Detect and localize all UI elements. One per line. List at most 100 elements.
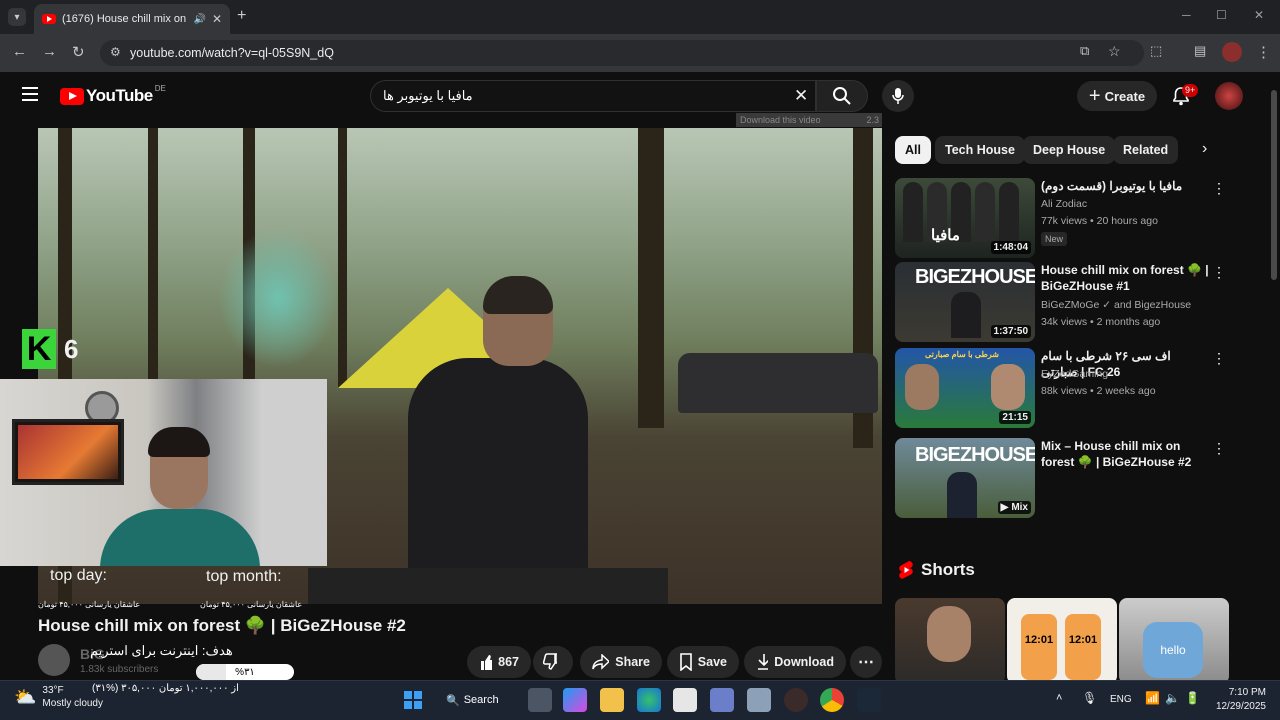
chips-next-chevron-icon[interactable]: › — [1202, 140, 1207, 158]
minimize-button[interactable]: ─ — [1182, 8, 1191, 22]
chrome-icon[interactable] — [820, 688, 844, 712]
short-video[interactable]: hello — [1119, 598, 1229, 684]
chip-all[interactable]: All — [895, 136, 931, 164]
streamer-hair — [148, 427, 210, 457]
back-icon[interactable]: ← — [12, 43, 27, 60]
streamer-body — [100, 509, 260, 566]
chip-deep-house[interactable]: Deep House — [1023, 136, 1116, 164]
more-vert-icon[interactable]: ⋮ — [1212, 264, 1226, 281]
more-vert-icon[interactable]: ⋮ — [1212, 180, 1226, 197]
chip-related[interactable]: Related — [1113, 136, 1179, 164]
extensions-icon[interactable]: ⬚ — [1150, 43, 1162, 59]
download-button[interactable]: Download — [744, 646, 846, 678]
phone: 12:01 — [1065, 614, 1101, 680]
tree-trunk — [638, 128, 664, 428]
video-title: House chill mix on forest 🌳 | BiGeZHouse… — [1041, 263, 1209, 293]
save-button[interactable]: Save — [667, 646, 739, 678]
reload-icon[interactable]: ↻ — [72, 43, 85, 61]
tray-overflow-icon[interactable]: ˄ — [1056, 692, 1062, 704]
stream-goal-progress: %۳۱ — [196, 664, 294, 680]
file-explorer-icon[interactable] — [600, 688, 624, 712]
copilot-icon[interactable] — [563, 688, 587, 712]
notepad-icon[interactable] — [710, 688, 734, 712]
video-duration: 21:15 — [999, 411, 1031, 424]
new-tab-button[interactable]: + — [237, 7, 246, 25]
audio-icon[interactable]: 🔊 — [193, 14, 205, 25]
account-avatar[interactable] — [1215, 82, 1243, 110]
store-icon[interactable] — [673, 688, 697, 712]
video-thumbnail: BIGEZHOUSE 1:37:50 — [895, 262, 1035, 342]
phone: 12:01 — [1021, 614, 1057, 680]
related-video[interactable]: BIGEZHOUSE ▶ Mix Mix – House chill mix on… — [895, 438, 1230, 522]
shorts-heading: Shorts — [897, 560, 975, 580]
short-video[interactable]: 12:01 12:01 — [1007, 598, 1117, 684]
clear-search-icon[interactable]: ✕ — [794, 86, 808, 106]
hamburger-menu-icon[interactable] — [22, 87, 38, 106]
volume-icon[interactable]: 🔈 — [1165, 691, 1180, 705]
weather-widget[interactable]: ⛅ 33°F Mostly cloudy — [14, 684, 103, 710]
like-button[interactable]: 867 — [467, 646, 531, 678]
chrome-menu-icon[interactable]: ⋮ — [1256, 43, 1271, 61]
thumbnail-text: BIGEZHOUSE — [915, 266, 1035, 288]
video-meta: 88k views • 2 weeks ago — [1041, 385, 1156, 397]
thumbnail-person — [951, 292, 981, 338]
youtube-logo[interactable]: YouTube DE — [60, 84, 166, 106]
address-bar[interactable]: youtube.com/watch?v=ql-05S9N_dQ — [100, 40, 1144, 66]
app-icon[interactable] — [747, 688, 771, 712]
profile-avatar[interactable] — [1222, 42, 1242, 62]
more-vert-icon[interactable]: ⋮ — [1212, 440, 1226, 457]
install-icon[interactable]: ⧉ — [1080, 43, 1089, 59]
site-info-icon[interactable]: ⚙ — [110, 45, 121, 59]
tab-title: (1676) House chill mix on fo — [62, 13, 188, 25]
create-button[interactable]: + Create — [1077, 81, 1157, 111]
download-video-bar[interactable]: Download this video 2.3 — [736, 113, 882, 127]
tab-search-button[interactable]: ▾ — [8, 8, 26, 26]
video-thumbnail: شرطی با سام صبارتی 21:15 — [895, 348, 1035, 428]
sidepanel-icon[interactable]: ▤ — [1194, 43, 1206, 59]
microphone-tray-icon[interactable]: 🎙 — [1082, 691, 1097, 705]
mix-icon: ▶ — [1000, 502, 1009, 513]
more-actions-button[interactable]: ⋯ — [850, 646, 882, 678]
task-view-icon[interactable] — [528, 688, 552, 712]
short-video[interactable] — [895, 598, 1005, 684]
more-vert-icon[interactable]: ⋮ — [1212, 350, 1226, 367]
battery-icon[interactable]: 🔋 — [1185, 691, 1200, 705]
video-duration: 1:37:50 — [990, 325, 1031, 338]
thumbnail-person — [905, 364, 939, 410]
tab-close-icon[interactable]: ✕ — [212, 12, 222, 26]
channel-name: EyZedGaming — [1041, 368, 1109, 380]
search-input[interactable]: مافیا با یوتیوبر ها — [370, 80, 816, 112]
dislike-button[interactable] — [533, 646, 573, 678]
obs-icon[interactable] — [784, 688, 808, 712]
cloudy-weather-icon: ⛅ — [14, 686, 37, 707]
bookmark-star-icon[interactable]: ☆ — [1108, 43, 1121, 60]
taskbar-search[interactable]: 🔍 Search — [446, 689, 508, 711]
video-duration: 1:48:04 — [990, 241, 1031, 254]
taskbar-clock[interactable]: 7:10 PM 12/29/2025 — [1210, 686, 1266, 714]
download-icon — [758, 654, 769, 670]
video-title: House chill mix on forest 🌳 | BiGeZHouse… — [38, 616, 406, 635]
new-badge: New — [1041, 232, 1068, 246]
share-button[interactable]: Share — [580, 646, 662, 678]
page-scrollbar[interactable] — [1268, 72, 1280, 680]
maximize-button[interactable]: ☐ — [1216, 8, 1227, 22]
notification-badge: 9+ — [1182, 84, 1199, 97]
start-button[interactable] — [401, 688, 425, 712]
forward-icon[interactable]: → — [42, 43, 57, 60]
chip-tech-house[interactable]: Tech House — [935, 136, 1025, 164]
channel-avatar[interactable] — [38, 644, 70, 676]
edge-icon[interactable] — [637, 688, 661, 712]
channel-name: BiGeZMoGe ✓ and BigezHouse — [1041, 299, 1192, 311]
wifi-icon[interactable]: 📶 — [1145, 691, 1160, 705]
scrollbar-thumb[interactable] — [1271, 90, 1277, 280]
voice-search-button[interactable] — [882, 80, 914, 112]
search-button[interactable] — [816, 80, 868, 112]
related-video[interactable]: مافیا 1:48:04 مافیا با یوتیوبرا (قسمت دو… — [895, 178, 1230, 262]
related-video[interactable]: شرطی با سام صبارتی 21:15 اف سی ۲۶ شرطی ب… — [895, 348, 1230, 432]
steam-icon[interactable] — [857, 688, 881, 712]
close-window-button[interactable]: ✕ — [1254, 8, 1264, 22]
browser-tab[interactable]: (1676) House chill mix on fo 🔊 ✕ — [34, 4, 230, 34]
dj-mixer — [308, 568, 668, 604]
language-indicator[interactable]: ENG — [1110, 694, 1132, 705]
related-video[interactable]: BIGEZHOUSE 1:37:50 House chill mix on fo… — [895, 262, 1230, 346]
